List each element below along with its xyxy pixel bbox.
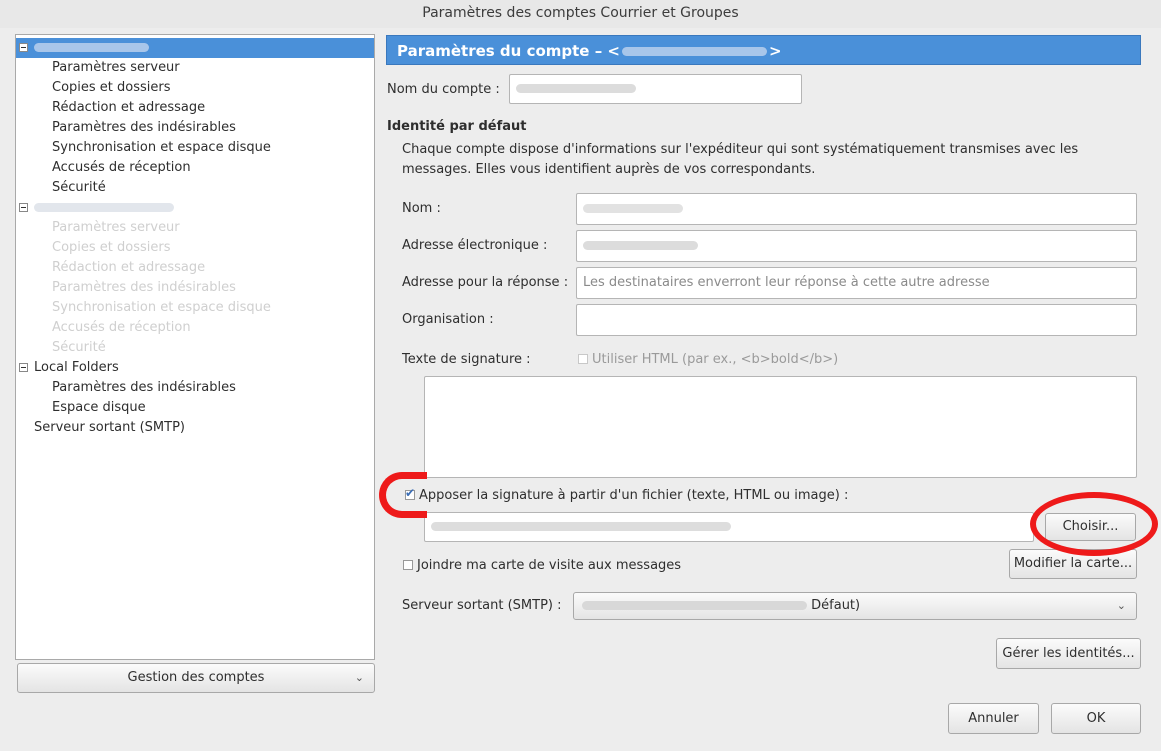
tree-local-folders[interactable]: Local Folders bbox=[16, 358, 374, 378]
chevron-down-icon: ⌄ bbox=[1116, 599, 1126, 612]
annotation-circle bbox=[1030, 492, 1158, 556]
account-name-label: Nom du compte : bbox=[387, 82, 500, 97]
annotation-mark bbox=[379, 472, 427, 518]
tree-item[interactable]: Rédaction et adressage bbox=[52, 98, 205, 118]
account-actions-button[interactable]: Gestion des comptes ⌄ bbox=[17, 663, 375, 693]
cancel-button[interactable]: Annuler bbox=[948, 703, 1039, 734]
attach-signature-label: Apposer la signature à partir d'un fichi… bbox=[419, 488, 849, 503]
tree-item[interactable]: Synchronisation et espace disque bbox=[52, 298, 271, 318]
tree-item[interactable]: Copies et dossiers bbox=[52, 238, 171, 258]
tree-item[interactable]: Paramètres des indésirables bbox=[52, 118, 236, 138]
redacted-value bbox=[582, 601, 807, 610]
name-label: Nom : bbox=[402, 201, 441, 216]
organization-input[interactable] bbox=[576, 304, 1137, 336]
redacted-email bbox=[622, 47, 767, 56]
tree-item[interactable]: Rédaction et adressage bbox=[52, 258, 205, 278]
email-input[interactable] bbox=[576, 230, 1137, 262]
smtp-select-value: Défaut) bbox=[811, 598, 861, 613]
collapse-icon[interactable] bbox=[19, 203, 28, 212]
attach-signature-checkbox[interactable]: Apposer la signature à partir d'un fichi… bbox=[405, 486, 849, 503]
tree-item[interactable]: Sécurité bbox=[52, 178, 106, 198]
header-suffix: > bbox=[769, 42, 782, 60]
tree-item[interactable]: Synchronisation et espace disque bbox=[52, 138, 271, 158]
tree-account-2[interactable] bbox=[16, 198, 374, 218]
manage-identities-button[interactable]: Gérer les identités... bbox=[996, 638, 1141, 669]
local-folders-label: Local Folders bbox=[34, 360, 119, 375]
smtp-select[interactable]: Défaut) ⌄ bbox=[573, 592, 1137, 620]
account-name-input[interactable] bbox=[509, 74, 802, 104]
redacted-account-name bbox=[34, 43, 149, 52]
collapse-icon[interactable] bbox=[19, 363, 28, 372]
organization-label: Organisation : bbox=[402, 312, 494, 327]
account-settings-header: Paramètres du compte – < > bbox=[386, 35, 1141, 65]
redacted-value bbox=[583, 204, 683, 213]
tree-item[interactable]: Copies et dossiers bbox=[52, 78, 171, 98]
tree-item[interactable]: Sécurité bbox=[52, 338, 106, 358]
smtp-label: Serveur sortant (SMTP) : bbox=[402, 598, 562, 613]
identity-heading: Identité par défaut bbox=[387, 119, 527, 134]
tree-item[interactable]: Paramètres des indésirables bbox=[52, 378, 236, 398]
signature-textarea[interactable] bbox=[424, 376, 1137, 478]
redacted-value bbox=[516, 84, 636, 93]
collapse-icon[interactable] bbox=[19, 43, 28, 52]
attach-vcard-label: Joindre ma carte de visite aux messages bbox=[417, 558, 682, 573]
tree-item[interactable]: Accusés de réception bbox=[52, 158, 191, 178]
redacted-value bbox=[431, 522, 731, 531]
tree-item[interactable]: Accusés de réception bbox=[52, 318, 191, 338]
reply-input[interactable]: Les destinataires enverront leur réponse… bbox=[576, 267, 1137, 299]
tree-account-1[interactable] bbox=[16, 38, 374, 58]
reply-placeholder: Les destinataires enverront leur réponse… bbox=[583, 275, 990, 290]
name-input[interactable] bbox=[576, 193, 1137, 225]
ok-button[interactable]: OK bbox=[1051, 703, 1141, 734]
tree-item[interactable]: Espace disque bbox=[52, 398, 146, 418]
tree-item[interactable]: Paramètres serveur bbox=[52, 58, 180, 78]
tree-item[interactable]: Paramètres des indésirables bbox=[52, 278, 236, 298]
tree-smtp[interactable]: Serveur sortant (SMTP) bbox=[34, 418, 185, 438]
account-tree[interactable]: Local Folders Paramètres des indésirable… bbox=[15, 34, 375, 660]
identity-description: Chaque compte dispose d'informations sur… bbox=[402, 142, 1079, 177]
redacted-account-name bbox=[34, 203, 174, 212]
checkbox-icon[interactable] bbox=[578, 354, 588, 364]
redacted-value bbox=[583, 241, 698, 250]
use-html-label: Utiliser HTML (par ex., <b>bold</b>) bbox=[592, 352, 839, 367]
header-prefix: Paramètres du compte – < bbox=[397, 42, 620, 60]
attach-vcard-checkbox[interactable]: Joindre ma carte de visite aux messages bbox=[403, 558, 681, 573]
account-actions-label: Gestion des comptes bbox=[127, 670, 265, 685]
chevron-down-icon: ⌄ bbox=[354, 671, 364, 684]
reply-label: Adresse pour la réponse : bbox=[402, 275, 569, 290]
use-html-checkbox[interactable]: Utiliser HTML (par ex., <b>bold</b>) bbox=[578, 352, 838, 367]
email-label: Adresse électronique : bbox=[402, 238, 548, 253]
window-title: Paramètres des comptes Courrier et Group… bbox=[0, 0, 1161, 28]
tree-item[interactable]: Paramètres serveur bbox=[52, 218, 180, 238]
signature-file-path-input[interactable] bbox=[424, 512, 1034, 542]
checkbox-icon[interactable] bbox=[403, 560, 413, 570]
signature-label: Texte de signature : bbox=[402, 352, 531, 367]
